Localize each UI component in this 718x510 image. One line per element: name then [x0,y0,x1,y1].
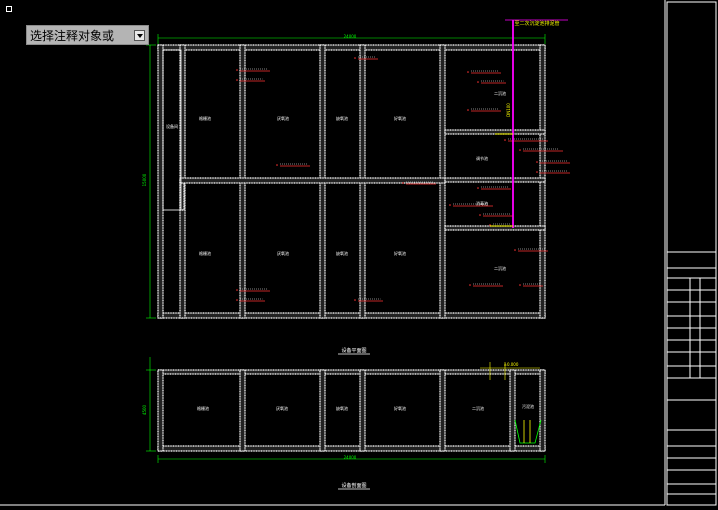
plan-room-label-9: 二沉池 [494,90,506,96]
sec-room-label-4: 二沉池 [472,405,484,411]
plan-annotation-13-dot [536,161,538,163]
plan-annotation-6-dot [354,299,356,301]
sec-wall-v4 [509,369,516,452]
section-title: 设备剖面图 [341,482,366,489]
sec-wall-left [157,369,164,452]
plan-title: 设备平面图 [341,347,366,354]
sec-wall-right [539,369,546,452]
plan-annotation-5-dot [236,299,238,301]
plan-wall-bottom [157,312,546,319]
section-view[interactable]: 格栅池 厌氧池 缺氧池 好氧池 二沉池 污泥池 [146,357,546,463]
plan-room-label-1: 格栅池 [199,115,211,121]
plan-annotation-15-dot [477,187,479,189]
cad-drawing-canvas[interactable]: 设备间格栅池 厌氧池 缺氧池 好氧池格栅池 厌氧池 缺氧池 好氧池二沉池调节池消毒池二沉池 … [0,0,718,510]
command-prompt-tooltip[interactable]: 选择注释对象或 [26,25,149,45]
sec-wall-v3 [439,369,446,452]
command-prompt-text: 选择注释对象或 [30,28,115,43]
plan-annotation-4-dot [236,289,238,291]
plan-annotation-17-dot [479,214,481,216]
plan-wall-mid [179,177,446,184]
title-block [666,1,717,506]
section-width-dimension: 24000 [344,455,357,460]
plan-room-label-10: 调节池 [476,155,488,161]
sec-room-label-0: 格栅池 [197,405,209,411]
sec-wall-v1 [319,369,326,452]
plan-height-dimension: 15000 [142,173,147,186]
elevation-label: ±0.000 [504,362,519,367]
pipe-label: 至二次沉淀池排泥管 [514,20,559,27]
plan-room-label-2: 厌氧池 [277,115,289,121]
plan-annotation-2-dot [354,57,356,59]
plan-annotation-3-dot [276,164,278,166]
plan-room-label-0: 设备间 [166,123,178,129]
section-height-dimension: 4500 [142,404,147,415]
plan-annotation-8-dot [467,71,469,73]
sec-room-label-2: 缺氧池 [336,405,348,411]
plan-annotation-1-dot [236,79,238,81]
plan-narrow-room [162,49,182,211]
plan-annotation-14-dot [536,171,538,173]
plan-annotation-16-dot [449,204,451,206]
plan-room-label-4: 好氧池 [394,115,406,121]
plan-annotation-9-dot [477,81,479,83]
sludge-hopper [514,419,542,444]
sec-wall-v2 [359,369,366,452]
sec-room-label-3: 好氧池 [394,405,406,411]
plan-wall-top [157,44,546,51]
plan-width-dimension: 24000 [344,34,357,39]
sec-wall-bottom [157,445,546,452]
pipe-vertical-label: DN100 [506,103,511,117]
plan-annotation-11-dot [504,139,506,141]
plan-room-label-5: 格栅池 [199,250,211,256]
plan-annotation-21-dot [519,284,521,286]
plan-annotation-19-dot [514,249,516,251]
plan-room-label-12: 二沉池 [494,265,506,271]
plan-annotation-12-dot [519,149,521,151]
plan-room-label-7: 缺氧池 [336,250,348,256]
plan-room-label-11: 消毒池 [476,200,488,206]
sec-room-label-1: 厌氧池 [276,405,288,411]
sec-wall-v0 [239,369,246,452]
sec-room-label-5: 污泥池 [522,403,534,409]
plan-annotation-0-dot [236,69,238,71]
plan-room-label-8: 好氧池 [394,250,406,256]
cad-viewport[interactable]: 设备间 格栅池 厌氧池 缺氧池 好氧池 格栅池 厌氧池 缺氧池 好氧池 二沉池 调节池 消毒池 二沉池 … [0,0,718,510]
plan-room-label-6: 厌氧池 [277,250,289,256]
plan-view[interactable]: 设备间格栅池 厌氧池 缺氧池 好氧池格栅池 厌氧池 缺氧池 好氧池二沉池调节池消毒池二沉池 [146,19,570,319]
plan-wall-left [157,44,164,319]
plan-annotation-20-dot [469,284,471,286]
dropdown-arrow-icon[interactable] [134,29,145,41]
plan-annotation-7-dot [402,182,404,184]
plan-room-label-3: 缺氧池 [336,115,348,121]
plan-annotation-10-dot [467,109,469,111]
